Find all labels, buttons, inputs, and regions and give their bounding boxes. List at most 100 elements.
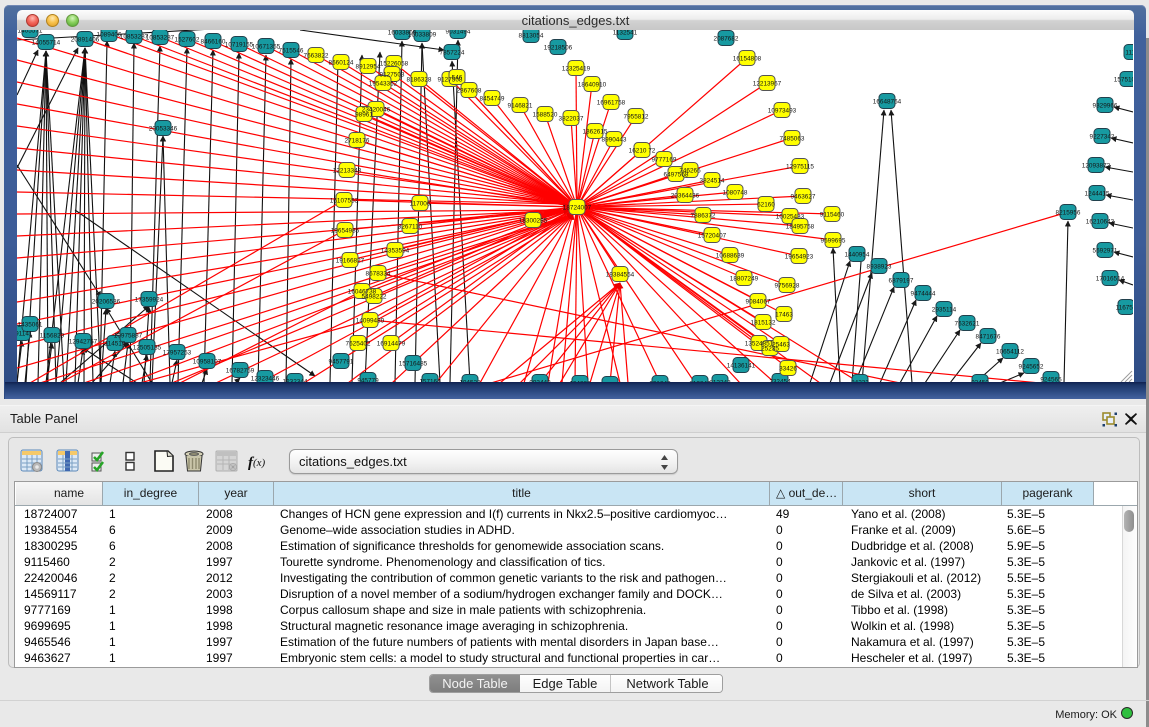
svg-text:12093872: 12093872 — [1082, 163, 1111, 170]
svg-text:8215956: 8215956 — [1056, 210, 1081, 217]
svg-text:16033809: 16033809 — [408, 32, 437, 39]
svg-text:16914479: 16914479 — [377, 341, 406, 348]
svg-text:8990443: 8990443 — [602, 137, 627, 144]
svg-text:8938923: 8938923 — [867, 264, 892, 271]
svg-text:8466160: 8466160 — [201, 39, 226, 46]
svg-text:104233: 104233 — [569, 381, 591, 383]
svg-text:16782759: 16782759 — [226, 368, 255, 375]
svg-text:17957253: 17957253 — [163, 350, 192, 357]
svg-text:3824514: 3824514 — [700, 178, 725, 185]
svg-text:2367608: 2367608 — [457, 88, 482, 95]
svg-text:10025433: 10025433 — [776, 214, 805, 221]
svg-text:9329966: 9329966 — [1093, 103, 1118, 110]
svg-text:8186328: 8186328 — [407, 77, 432, 84]
svg-text:201123: 201123 — [600, 382, 621, 383]
svg-text:12323446: 12323446 — [251, 376, 280, 383]
svg-text:7663822: 7663822 — [304, 53, 329, 60]
svg-text:8912954: 8912954 — [356, 64, 381, 71]
svg-text:16154808: 16154808 — [733, 56, 762, 63]
svg-text:62160: 62160 — [757, 202, 775, 209]
svg-text:812343: 812343 — [709, 380, 731, 383]
svg-text:1232344: 1232344 — [283, 379, 308, 383]
svg-text:19166827: 19166827 — [336, 258, 365, 265]
svg-text:2087682: 2087682 — [714, 36, 739, 43]
svg-text:12325419: 12325419 — [562, 66, 591, 73]
svg-text:7625402: 7625402 — [346, 341, 371, 348]
svg-text:25463: 25463 — [772, 342, 790, 349]
svg-text:1815132: 1815132 — [751, 320, 776, 327]
svg-text:7886372: 7886372 — [691, 213, 716, 220]
svg-text:20364436: 20364436 — [671, 193, 700, 200]
svg-text:1156829: 1156829 — [40, 333, 65, 340]
svg-text:14136141: 14136141 — [727, 363, 756, 370]
svg-text:9474444: 9474444 — [911, 291, 936, 298]
svg-text:10975887: 10975887 — [114, 333, 143, 340]
svg-text:945779: 945779 — [357, 378, 379, 383]
svg-text:15720407: 15720407 — [698, 233, 727, 240]
svg-text:991243: 991243 — [649, 381, 671, 383]
svg-text:15751074: 15751074 — [1114, 77, 1133, 84]
svg-text:1362615: 1362615 — [583, 129, 608, 136]
svg-text:1244415: 1244415 — [1085, 191, 1110, 198]
svg-text:19384554: 19384554 — [606, 272, 635, 279]
svg-text:1089406: 1089406 — [97, 32, 122, 39]
svg-text:98961: 98961 — [355, 112, 373, 119]
svg-text:1440954: 1440954 — [845, 252, 870, 259]
svg-text:16648764: 16648764 — [873, 99, 902, 106]
svg-text:6879197: 6879197 — [889, 278, 914, 285]
svg-text:9463627: 9463627 — [791, 194, 816, 201]
svg-text:20891406: 20891406 — [71, 37, 100, 44]
svg-text:9777169: 9777169 — [652, 157, 677, 164]
svg-text:7515546: 7515546 — [279, 48, 304, 55]
svg-text:19654923: 19654923 — [785, 254, 814, 261]
svg-text:3822037: 3822037 — [559, 116, 584, 123]
svg-text:7955812: 7955812 — [624, 114, 649, 121]
svg-text:18640910: 18640910 — [578, 82, 607, 89]
svg-text:9756928: 9756928 — [775, 283, 800, 290]
svg-text:8813054: 8813054 — [519, 33, 544, 40]
svg-text:9084067: 9084067 — [746, 299, 771, 306]
svg-text:18300295: 18300295 — [519, 218, 548, 225]
svg-text:15716485: 15716485 — [399, 361, 428, 368]
svg-text:10853287: 10853287 — [120, 34, 149, 41]
svg-text:9699695: 9699695 — [821, 238, 846, 245]
svg-text:12942757: 12942757 — [69, 339, 98, 346]
svg-text:8660124: 8660124 — [329, 60, 354, 67]
svg-text:(x): (x) — [253, 457, 266, 469]
svg-text:19218506: 19218506 — [544, 45, 573, 52]
svg-text:2718176: 2718176 — [345, 138, 370, 145]
svg-text:10853287: 10853287 — [146, 35, 175, 42]
svg-text:14353594: 14353594 — [381, 248, 410, 255]
svg-text:10688639: 10688639 — [716, 253, 745, 260]
svg-text:5692971: 5692971 — [1093, 248, 1118, 255]
svg-text:8678334: 8678334 — [366, 271, 391, 278]
svg-text:92450: 92450 — [971, 380, 989, 383]
svg-text:18807249: 18807249 — [730, 276, 759, 283]
svg-text:5498222: 5498222 — [362, 294, 387, 301]
svg-text:10973493: 10973493 — [768, 108, 797, 115]
svg-text:7485063: 7485063 — [780, 136, 805, 143]
svg-text:20206536: 20206536 — [92, 299, 121, 306]
svg-text:117006: 117006 — [410, 201, 431, 208]
svg-text:8471676: 8471676 — [976, 334, 1001, 341]
svg-text:332454: 332454 — [769, 379, 791, 383]
svg-text:9031494: 9031494 — [446, 30, 471, 36]
svg-text:14055714: 14055714 — [32, 40, 61, 47]
svg-text:812340: 812340 — [689, 381, 711, 383]
svg-text:924565: 924565 — [1040, 377, 1062, 383]
svg-text:12505135: 12505135 — [133, 345, 162, 352]
svg-text:16210 72: 16210 72 — [629, 148, 656, 155]
svg-text:9115460: 9115460 — [820, 212, 845, 219]
svg-text:19654985: 19654985 — [331, 228, 360, 235]
svg-text:16210643: 16210643 — [1086, 219, 1115, 226]
svg-text:1405571: 1405571 — [18, 30, 43, 35]
svg-text:9457791: 9457791 — [329, 359, 354, 366]
svg-text:84233: 84233 — [851, 380, 869, 383]
svg-text:16961758: 16961758 — [597, 100, 626, 107]
svg-text:17463: 17463 — [775, 312, 793, 319]
svg-text:1435061: 1435061 — [18, 322, 43, 329]
svg-text:116753: 116753 — [1116, 305, 1133, 312]
svg-text:546: 546 — [452, 75, 463, 82]
svg-text:1117: 1117 — [1125, 50, 1133, 57]
svg-text:7632621: 7632621 — [955, 321, 980, 328]
